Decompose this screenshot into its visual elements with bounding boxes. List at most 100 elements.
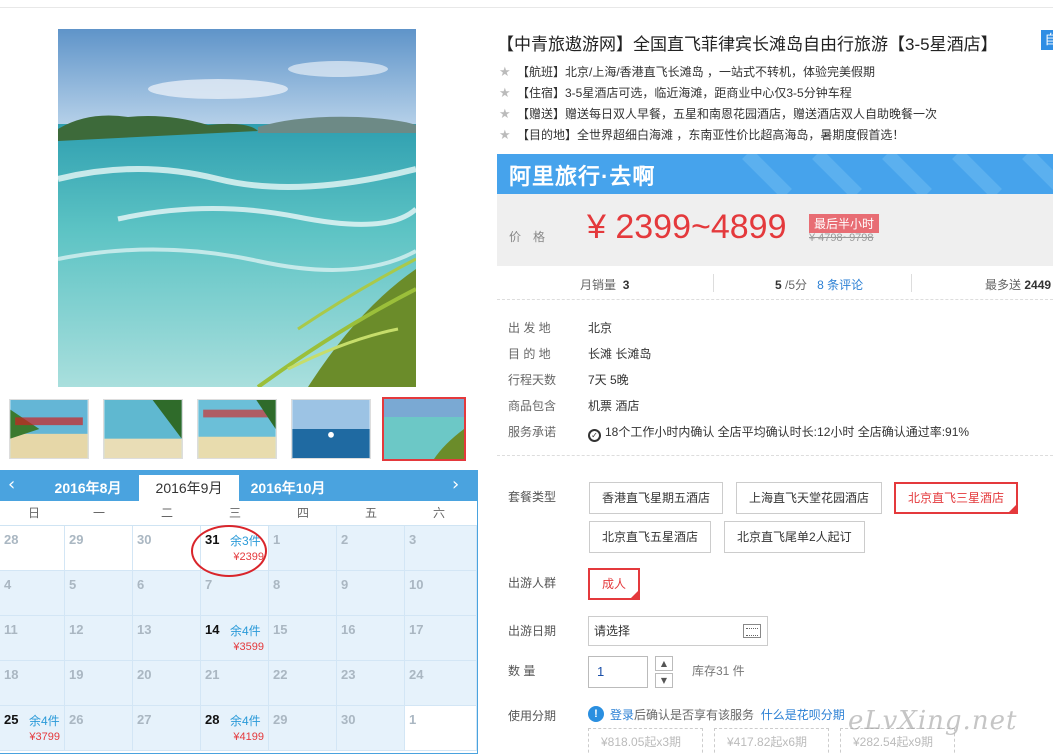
- destination-row: 目 的 地长滩 长滩岛: [508, 347, 652, 361]
- calendar-day: 29: [269, 706, 337, 751]
- star-icon: ★: [499, 128, 511, 143]
- star-icon: ★: [499, 65, 511, 80]
- title-tag-badge: 自: [1041, 30, 1053, 50]
- departure-row: 出 发 地北京: [508, 321, 613, 335]
- calendar-day: 7: [201, 571, 269, 616]
- thumbnail-3[interactable]: [197, 399, 277, 459]
- quantity-increase-icon[interactable]: ▲: [655, 656, 673, 671]
- weekday-sat: 六: [432, 506, 445, 520]
- calendar-day-available[interactable]: 25 余4件 ¥3799: [0, 706, 65, 751]
- calendar-day: 16: [337, 616, 405, 661]
- calendar-day: 28: [0, 526, 65, 571]
- package-option-sh[interactable]: 上海直飞天堂花园酒店: [736, 482, 883, 514]
- info-icon: !: [588, 706, 604, 722]
- calendar-month-oct[interactable]: 2016年10月: [238, 475, 338, 501]
- feature-item: ★ 【目的地】全世界超细白海滩 ，东南亚性价比超高海岛，暑期度假首选！: [499, 125, 937, 146]
- calendar-day: 18: [0, 661, 65, 706]
- feature-item: ★ 【航班】北京/上海/香港直飞长滩岛 ，一站式不转机，体验完美假期: [499, 62, 937, 83]
- calendar-header: ‹ 2016年8月 2016年9月 2016年10月 ›: [0, 471, 477, 501]
- calendar-day: 15: [269, 616, 337, 661]
- calendar-weekdays: 日 一 二 三 四 五 六: [0, 501, 477, 526]
- calendar-day: 22: [269, 661, 337, 706]
- monthly-sales: 月销量 3: [580, 278, 630, 292]
- main-product-photo: [58, 29, 416, 387]
- calendar-day: 6: [133, 571, 201, 616]
- calendar-prev-arrow-icon[interactable]: ‹: [8, 475, 15, 495]
- date-label: 出游日期: [508, 624, 557, 638]
- stats-divider: [713, 274, 714, 292]
- calendar-month-sep[interactable]: 2016年9月: [139, 475, 239, 501]
- calendar-day: 10: [405, 571, 477, 616]
- top-divider: [0, 7, 1053, 8]
- calendar-day: 1: [269, 526, 337, 571]
- calendar-day: 4: [0, 571, 65, 616]
- highlight-circle-annotation: [191, 525, 267, 577]
- calendar-icon[interactable]: [743, 624, 761, 638]
- calendar-next-arrow-icon[interactable]: ›: [452, 475, 459, 495]
- calendar-day-available[interactable]: 28 余4件 ¥4199: [201, 706, 269, 751]
- alitrip-banner: 阿里旅行·去啊: [497, 154, 1053, 194]
- weekday-mon: 一: [92, 506, 105, 520]
- calendar-day: 11: [0, 616, 65, 661]
- quantity-label: 数 量: [508, 664, 536, 678]
- thumbnail-5-selected[interactable]: [382, 397, 466, 461]
- travel-date-input[interactable]: 请选择: [588, 616, 768, 646]
- calendar-day: 12: [65, 616, 133, 661]
- calendar-day-available[interactable]: 14 余4件 ¥3599: [201, 616, 269, 661]
- calendar-day: 8: [269, 571, 337, 616]
- thumbnail-strip: [0, 395, 478, 465]
- login-link[interactable]: 登录: [610, 708, 634, 722]
- original-price: ¥ 4798~9798: [809, 232, 874, 244]
- includes-row: 商品包含 机票 酒店: [508, 399, 640, 413]
- calendar-day: 30: [337, 706, 405, 751]
- calendar-day: 2: [337, 526, 405, 571]
- reviews-link[interactable]: 8 条评论: [817, 278, 863, 292]
- departure-calendar: ‹ 2016年8月 2016年9月 2016年10月 › 日 一 二 三 四 五…: [0, 470, 478, 754]
- installment-label: 使用分期: [508, 709, 557, 723]
- quantity-decrease-icon[interactable]: ▼: [655, 673, 673, 688]
- weekday-fri: 五: [364, 506, 377, 520]
- check-circle-icon: ✓: [588, 429, 601, 442]
- product-title: 【中青旅遨游网】全国直飞菲律宾长滩岛自由行旅游【3-5星酒店】: [497, 35, 998, 54]
- star-icon: ★: [499, 107, 511, 122]
- calendar-day: 23: [337, 661, 405, 706]
- calendar-day: 20: [133, 661, 201, 706]
- calendar-day: 24: [405, 661, 477, 706]
- package-label: 套餐类型: [508, 490, 557, 504]
- promo-badge: 最后半小时: [809, 214, 880, 233]
- installment-notice: 登录后确认是否享有该服务 什么是花呗分期: [610, 708, 845, 722]
- calendar-day: 17: [405, 616, 477, 661]
- travelers-label: 出游人群: [508, 576, 557, 590]
- package-option-bj-tail[interactable]: 北京直飞尾单2人起订: [724, 521, 865, 553]
- traveler-adult-selected[interactable]: 成人: [588, 568, 641, 600]
- calendar-day: 26: [65, 706, 133, 751]
- price-value: ¥ 2399~4899: [587, 208, 787, 246]
- weekday-sun: 日: [27, 506, 40, 520]
- sales-stats: 月销量 3 5 /5分 8 条评论 最多送 2449: [497, 266, 1053, 300]
- calendar-month-aug[interactable]: 2016年8月: [38, 475, 138, 501]
- calendar-day: 13: [133, 616, 201, 661]
- stock-count: 库存31 件: [692, 664, 745, 678]
- huabei-info-link[interactable]: 什么是花呗分期: [761, 708, 845, 722]
- package-option-bj-5star[interactable]: 北京直飞五星酒店: [589, 521, 712, 553]
- service-row: 服务承诺 ✓ 18个工作小时内确认 全店平均确认时长:12小时 全店确认通过率:91…: [508, 425, 970, 442]
- package-option-bj-3star-selected[interactable]: 北京直飞三星酒店: [894, 482, 1019, 514]
- watermark-logo: eLvXing.net: [848, 706, 1018, 736]
- quantity-input[interactable]: 1: [588, 656, 648, 688]
- calendar-day: 5: [65, 571, 133, 616]
- package-option-hk[interactable]: 香港直飞星期五酒店: [589, 482, 724, 514]
- feature-list: ★ 【航班】北京/上海/香港直飞长滩岛 ，一站式不转机，体验完美假期 ★ 【住宿】3…: [499, 62, 937, 146]
- thumbnail-1[interactable]: [9, 399, 89, 459]
- stats-divider: [911, 274, 912, 292]
- installment-plan-6[interactable]: ¥417.82起x6期: [714, 728, 829, 754]
- thumbnail-4[interactable]: [291, 399, 371, 459]
- rating: 5 /5分 8 条评论: [775, 278, 864, 292]
- weekday-tue: 二: [160, 506, 173, 520]
- reward-points: 最多送 2449: [985, 278, 1052, 292]
- calendar-day: 1: [405, 706, 477, 751]
- price-label: 价格: [509, 230, 558, 244]
- section-divider: [497, 455, 1053, 456]
- thumbnail-2[interactable]: [103, 399, 183, 459]
- calendar-day: 29: [65, 526, 133, 571]
- installment-plan-3[interactable]: ¥818.05起x3期: [588, 728, 703, 754]
